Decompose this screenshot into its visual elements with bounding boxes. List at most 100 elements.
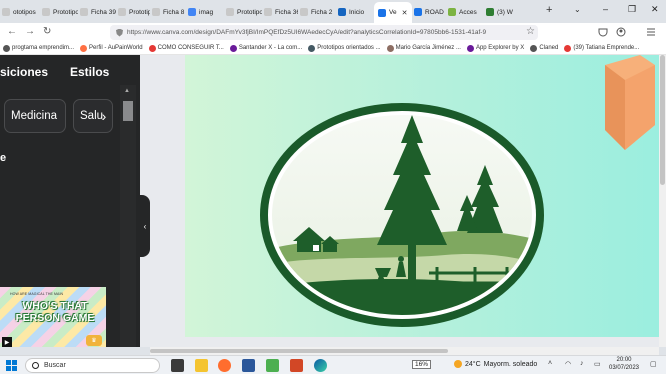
collapse-panel-chevron-icon[interactable]: ‹ [140,195,150,257]
design-page[interactable] [185,55,666,337]
bookmark-label: Mario García Jiménez ... [395,45,461,51]
bookmark-favicon-icon [80,44,88,52]
tab-favicon-icon [338,8,346,16]
template-thumbnail[interactable]: HOW ARE MAGICAL THE MAIN WHO'S THAT PERS… [0,287,106,347]
browser-tab[interactable]: imag [188,3,224,21]
reload-icon[interactable]: ↻ [43,26,51,37]
tab-favicon-icon [42,8,50,16]
bookmark-favicon-icon [466,44,474,52]
browser-tab[interactable]: Prototipo [42,3,78,21]
bookmark-favicon-icon [3,44,10,52]
tab-label: (3) W [497,8,513,16]
bookmark-item[interactable]: Claned [527,44,561,52]
bookmark-item[interactable]: Perfil - AuPainWorld [77,44,146,52]
volume-icon[interactable]: ♪ [580,360,584,367]
editor-vertical-scrollbar[interactable] [659,55,666,347]
tab-favicon-icon [118,8,126,16]
tab-favicon-icon [80,8,88,16]
tab-list-chevron-icon[interactable]: ⌄ [574,5,581,14]
edge-icon[interactable] [314,359,327,372]
battery-badge: 16% [412,360,432,369]
word-icon[interactable] [242,359,255,372]
crown-icon: ♛ [86,335,102,346]
tray-chevron-icon[interactable]: ˄ [548,360,552,367]
forward-icon[interactable]: → [25,26,35,37]
bookmark-item[interactable]: Mario García Jiménez ... [384,44,464,52]
windows-taskbar: Buscar 16% 24°C Mayorm. soleado ˄ ◠ ♪ ▭ … [0,355,666,374]
browser-tab[interactable]: Ve ✕ [374,2,412,23]
system-clock[interactable]: 20:00 03/07/2023 [608,357,640,373]
canva-side-panel: siciones Estilos Medicina Salu › ▲ e HOW… [0,55,140,347]
bookmark-item[interactable]: Prototipos orientados ... [305,44,383,52]
file-explorer-icon[interactable] [195,359,208,372]
browser-tab[interactable]: Ficha 8 [152,3,186,21]
browser-tab[interactable]: Ficha 2 [300,3,336,21]
play-icon[interactable]: ▶ [2,337,12,347]
browser-tab[interactable]: Inicio [338,3,372,21]
pocket-icon[interactable] [598,27,608,37]
taskbar-search-box[interactable]: Buscar [25,358,160,373]
side-panel-scrollbar[interactable]: ▲ [120,85,136,347]
url-field[interactable]: https://www.canva.com/design/DAFmYv3fjBI… [110,25,538,40]
chip-label: Medicina [11,110,58,122]
new-tab-icon[interactable]: + [546,4,552,16]
language-icon[interactable]: ▭ [594,360,601,368]
bookmark-favicon-icon [530,44,538,52]
tab-label: Ficha 8 [163,8,185,16]
menu-icon[interactable] [646,27,656,37]
bookmark-item[interactable]: Santander X - La com... [227,44,305,52]
browser-tab[interactable]: ROAD [414,3,446,21]
bookmark-favicon-icon [308,44,316,52]
tab-posiciones[interactable]: siciones [0,65,48,79]
bookmark-favicon-icon [229,44,237,52]
firefox-icon[interactable] [218,359,231,372]
minimize-icon[interactable]: – [603,4,608,14]
network-icon[interactable]: ◠ [565,360,571,368]
landscape-illustration[interactable] [185,55,666,337]
back-icon[interactable]: ← [7,26,17,37]
maximize-icon[interactable]: ❐ [628,4,636,15]
tab-label: Ficha 2 [311,8,333,16]
browser-tab[interactable]: Ficha 36 [264,3,298,21]
tab-favicon-icon [414,8,422,16]
url-text: https://www.canva.com/design/DAFmYv3fjBI… [127,29,487,36]
browser-tab[interactable]: Ficha 39 [80,3,116,21]
tab-favicon-icon [152,8,160,16]
category-chip-medicina[interactable]: Medicina [4,99,66,133]
address-bar-row: ← → ↻ https://www.canva.com/design/DAFmY… [0,23,666,42]
scroll-thumb[interactable] [150,349,448,353]
bookmark-item[interactable]: (39) Tatiana Emprende... [561,44,642,52]
bookmark-item[interactable]: App Explorer by X [464,44,527,52]
tab-estilos[interactable]: Estilos [70,65,109,79]
bookmark-item[interactable]: progtama emprendim... [0,44,77,52]
bookmark-label: progtama emprendim... [12,45,75,51]
box-graphic[interactable] [595,55,655,155]
powerpoint-icon[interactable] [290,359,303,372]
bookmark-star-icon[interactable]: ☆ [526,26,535,37]
browser-tab[interactable]: Acces [448,3,484,21]
bookmark-label: Santander X - La com... [238,45,303,51]
section-heading: e [0,152,7,164]
tab-favicon-icon [448,8,456,16]
clock-date: 03/07/2023 [608,364,640,371]
app-icon[interactable] [266,359,279,372]
scroll-up-icon[interactable]: ▲ [124,88,130,94]
browser-tab[interactable]: (3) W [486,3,538,21]
bookmark-item[interactable]: COMO CONSEGUIR T... [146,44,227,52]
tab-close-icon[interactable]: ✕ [402,9,408,17]
chevron-right-icon[interactable]: › [96,106,112,126]
scroll-thumb[interactable] [660,55,665,185]
windows-start-icon[interactable] [6,360,17,371]
scroll-thumb[interactable] [123,101,133,121]
notifications-icon[interactable]: ▢ [650,360,657,368]
browser-tab[interactable]: Prototipo [226,3,262,21]
browser-tab[interactable]: Prototipo [118,3,150,21]
browser-tab[interactable]: ototipos [2,3,40,21]
weather-widget[interactable]: 24°C Mayorm. soleado [454,360,537,368]
tab-favicon-icon [378,8,386,17]
editor-horizontal-scrollbar[interactable] [150,347,659,355]
account-icon[interactable] [616,27,626,37]
task-view-icon[interactable] [171,359,184,372]
bookmark-label: Prototipos orientados ... [317,45,381,51]
close-window-icon[interactable]: ✕ [651,4,659,15]
